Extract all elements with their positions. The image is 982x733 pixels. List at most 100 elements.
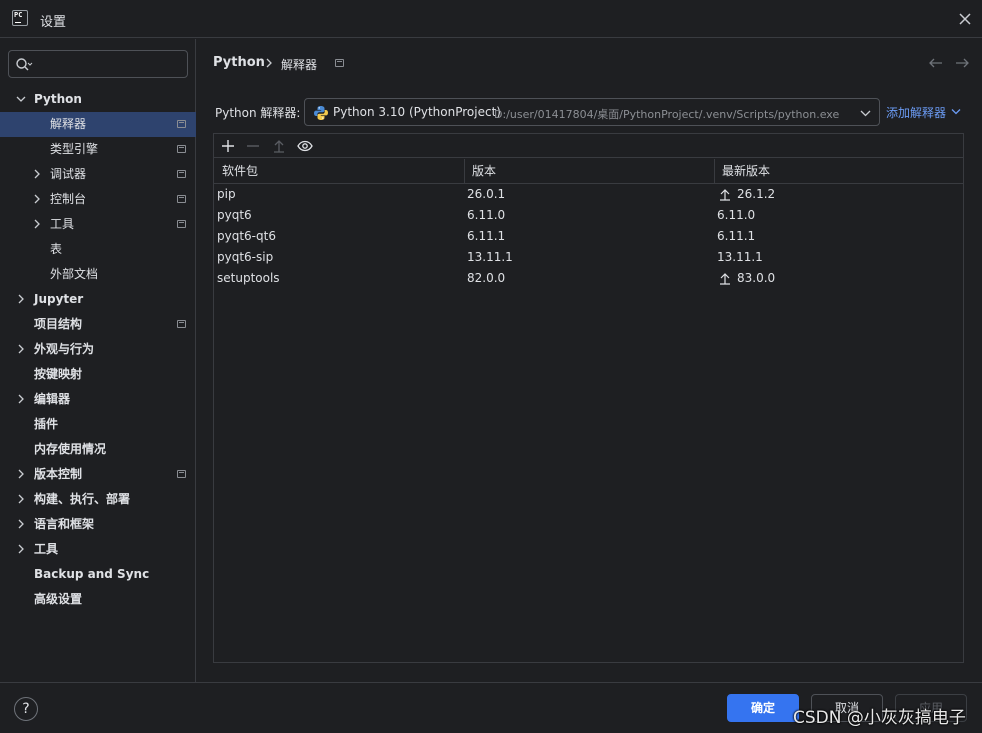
chevron-right-icon[interactable] [16,494,26,504]
project-scope-icon [177,195,186,203]
sidebar-item-build-execution-deployment[interactable]: 构建、执行、部署 [0,487,196,512]
table-row[interactable]: pyqt6-sip 13.11.1 13.11.1 [214,247,963,268]
package-latest-version: 26.1.2 [737,187,776,201]
pycharm-logo-icon: PC [12,10,28,26]
upgrade-arrow-icon[interactable] [719,188,731,201]
chevron-down-icon[interactable] [951,108,961,115]
sidebar-item-tools-python[interactable]: 工具 [0,212,196,237]
add-interpreter-link[interactable]: 添加解释器 [886,104,946,121]
search-field[interactable] [8,50,188,78]
title-bar: PC 设置 [0,0,982,38]
column-header-package[interactable]: 软件包 [222,159,258,184]
interpreter-path: D:/user/01417804/桌面/PythonProject/.venv/… [494,108,840,121]
sidebar-item-label: 外部文档 [50,267,99,281]
breadcrumb-root[interactable]: Python [213,55,265,70]
arrow-left-icon[interactable] [928,57,944,69]
interpreter-select[interactable]: Python 3.10 (PythonProject) D:/user/0141… [304,98,880,126]
table-row[interactable]: pyqt6-qt6 6.11.1 6.11.1 [214,226,963,247]
upgrade-arrow-icon[interactable] [271,138,287,154]
chevron-right-icon[interactable] [16,344,26,354]
chevron-right-icon[interactable] [32,194,42,204]
chevron-right-icon[interactable] [32,169,42,179]
sidebar-item-interpreter[interactable]: 解释器 [0,112,196,137]
minus-icon[interactable] [245,138,261,154]
package-latest-version: 6.11.1 [717,229,756,243]
column-divider[interactable] [714,159,715,184]
package-name: pyqt6 [217,208,252,222]
sidebar-item-label: 解释器 [50,117,87,131]
window-title: 设置 [40,15,67,30]
table-row[interactable]: setuptools 82.0.0 83.0.0 [214,268,963,289]
sidebar-item-languages-frameworks[interactable]: 语言和框架 [0,512,196,537]
interpreter-name: Python 3.10 (PythonProject) [333,105,501,119]
ok-button[interactable]: 确定 [727,694,799,722]
sidebar-item-python[interactable]: Python [0,87,196,112]
sidebar-item-console[interactable]: 控制台 [0,187,196,212]
sidebar-item-debugger[interactable]: 调试器 [0,162,196,187]
plus-icon[interactable] [220,138,236,154]
sidebar-item-label: Backup and Sync [34,567,150,581]
package-version: 13.11.1 [467,250,513,264]
sidebar-item-label: 内存使用情况 [34,442,107,456]
sidebar-item-label: 版本控制 [34,467,83,481]
package-version: 26.0.1 [467,187,506,201]
column-divider[interactable] [464,159,465,184]
close-icon[interactable] [956,10,974,28]
column-header-version[interactable]: 版本 [472,159,496,184]
chevron-down-icon[interactable] [16,94,26,104]
table-row[interactable]: pyqt6 6.11.0 6.11.0 [214,205,963,226]
sidebar-item-label: 项目结构 [34,317,83,331]
chevron-right-icon[interactable] [16,469,26,479]
sidebar-item-label: 按键映射 [34,367,83,381]
package-name: pip [217,187,236,201]
project-scope-icon [177,320,186,328]
sidebar-item-label: 控制台 [50,192,87,206]
breadcrumb-current: 解释器 [281,58,318,72]
sidebar-item-backup-and-sync[interactable]: Backup and Sync [0,562,196,587]
sidebar-item-tools[interactable]: 工具 [0,537,196,562]
chevron-right-icon[interactable] [16,519,26,529]
interpreter-label: Python 解释器: [215,106,301,120]
sidebar-item-keymap[interactable]: 按键映射 [0,362,196,387]
sidebar-item-label: 调试器 [50,167,87,181]
chevron-right-icon[interactable] [16,294,26,304]
dialog-footer: ? 确定 取消 应用 CSDN @小灰灰搞电子 [0,682,982,733]
chevron-right-icon[interactable] [32,219,42,229]
packages-toolbar [214,134,963,158]
project-scope-icon [177,145,186,153]
packages-table-header: 软件包 版本 最新版本 [214,159,963,184]
sidebar-item-appearance-behavior[interactable]: 外观与行为 [0,337,196,362]
sidebar-item-memory-usage[interactable]: 内存使用情况 [0,437,196,462]
settings-sidebar: Python 解释器 类型引擎 调试器 控制台 工具表外部文档 Jupyter 项目结构 外观与… [0,39,196,682]
sidebar-item-plugins[interactable]: 插件 [0,412,196,437]
package-version: 6.11.0 [467,208,506,222]
package-name: setuptools [217,271,280,285]
sidebar-item-label: 语言和框架 [34,517,95,531]
sidebar-item-project-structure[interactable]: 项目结构 [0,312,196,337]
sidebar-item-type-engine[interactable]: 类型引擎 [0,137,196,162]
sidebar-item-tables[interactable]: 表 [0,237,196,262]
chevron-down-icon [860,110,871,117]
arrow-right-icon[interactable] [954,57,970,69]
sidebar-item-advanced-settings[interactable]: 高级设置 [0,587,196,612]
sidebar-item-external-docs[interactable]: 外部文档 [0,262,196,287]
search-input[interactable] [39,55,179,73]
project-scope-icon [177,220,186,228]
sidebar-item-label: 构建、执行、部署 [34,492,131,506]
sidebar-item-jupyter[interactable]: Jupyter [0,287,196,312]
project-scope-icon [335,59,344,67]
package-version: 82.0.0 [467,271,506,285]
column-header-latest-version[interactable]: 最新版本 [722,159,770,184]
chevron-right-icon[interactable] [16,544,26,554]
table-row[interactable]: pip 26.0.1 26.1.2 [214,184,963,205]
sidebar-item-version-control[interactable]: 版本控制 [0,462,196,487]
sidebar-item-label: 高级设置 [34,592,83,606]
sidebar-item-editor[interactable]: 编辑器 [0,387,196,412]
help-button[interactable]: ? [14,697,38,721]
eye-icon[interactable] [297,138,313,154]
upgrade-arrow-icon[interactable] [719,272,731,285]
package-name: pyqt6-sip [217,250,274,264]
chevron-right-icon[interactable] [16,394,26,404]
sidebar-item-label: 插件 [34,417,59,431]
sidebar-item-label: 表 [50,242,63,256]
